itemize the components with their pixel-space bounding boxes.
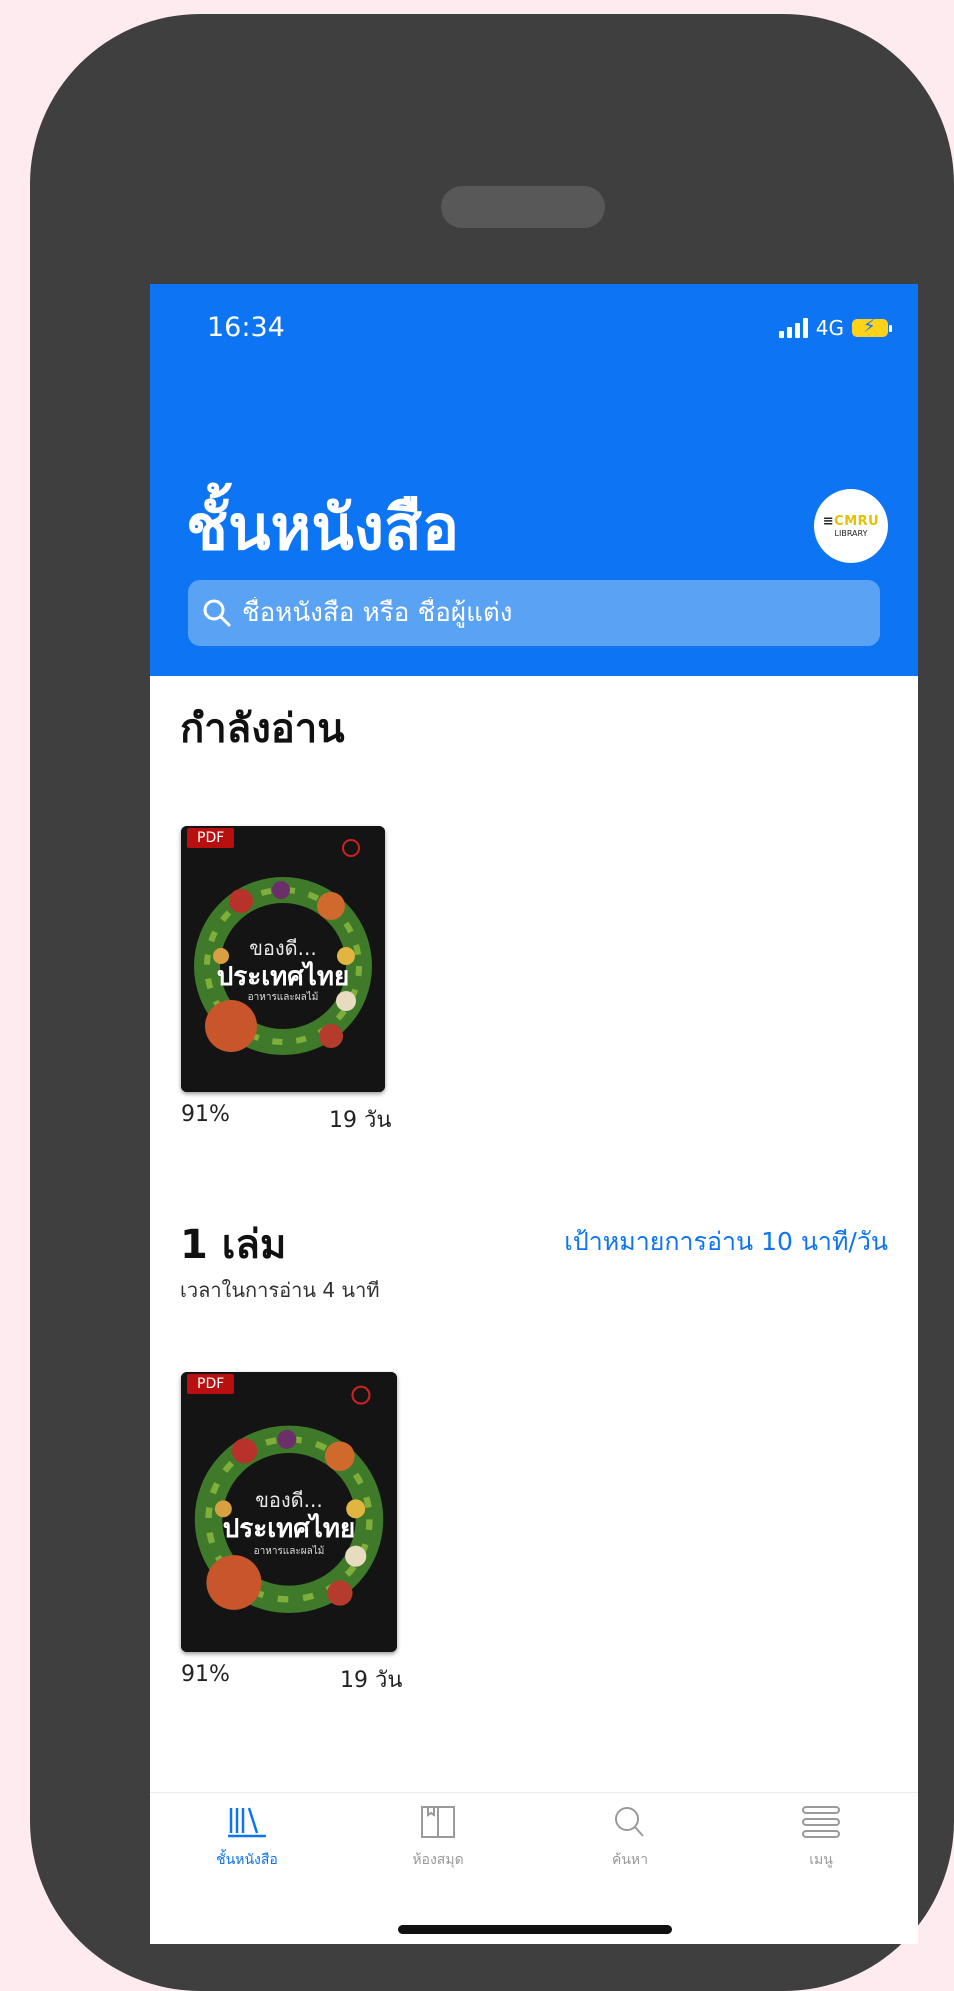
tab-menu[interactable]: เมนู	[746, 1805, 896, 1871]
signal-icon	[778, 318, 808, 338]
search-input[interactable]	[240, 597, 844, 629]
reading-time-text: เวลาในการอ่าน 4 นาที	[180, 1278, 380, 1302]
tab-label-library: ห้องสมุด	[412, 1852, 464, 1868]
goal-book-progress: 91%	[181, 1662, 230, 1687]
library-icon	[421, 1806, 455, 1838]
battery-icon: ⚡	[852, 316, 892, 337]
cover-title: ประเทศไทย	[222, 1514, 356, 1544]
network-type: 4G	[815, 316, 844, 340]
home-indicator[interactable]	[398, 1925, 672, 1934]
cover-subtitle: อาหารและผลไม้	[247, 992, 319, 1003]
cover-subtitle: อาหารและผลไม้	[253, 1546, 325, 1557]
status-indicators: 4G ⚡	[778, 316, 892, 340]
library-logo-avatar[interactable]: ≡CMRU LIBRARY	[814, 489, 888, 563]
page-title: ชั้นหนังสือ	[186, 491, 460, 564]
app-header: 16:34 4G ⚡ ชั้นหนังสือ ≡CMRU LIBRARY	[150, 284, 918, 676]
menu-icon	[802, 1806, 840, 1838]
books-count-title: 1 เล่ม	[180, 1222, 287, 1268]
book-cover-goal[interactable]: PDF ของดี... ประเทศไทย อาหารและผลไม้	[181, 1372, 397, 1652]
bottom-tab-bar: ชั้นหนังสือ ห้องสมุด ค้นหา เมนู	[150, 1792, 918, 1944]
reading-days: 19 วัน	[329, 1108, 392, 1133]
phone-speaker	[441, 186, 605, 228]
app-screen: 16:34 4G ⚡ ชั้นหนังสือ ≡CMRU LIBRARY ชื่…	[150, 284, 918, 1944]
tab-library[interactable]: ห้องสมุด	[363, 1805, 513, 1871]
search-bar[interactable]	[188, 580, 880, 646]
book-cover-reading[interactable]: PDF ของดี... ประเทศไทย อาหารและผลไม้	[181, 826, 385, 1092]
status-time: 16:34	[207, 312, 285, 343]
reading-progress: 91%	[181, 1102, 230, 1127]
logo-subtext: LIBRARY	[834, 529, 868, 538]
pdf-badge: PDF	[187, 828, 235, 848]
phone-frame: 16:34 4G ⚡ ชั้นหนังสือ ≡CMRU LIBRARY ชื่…	[30, 14, 954, 1991]
reading-section-title: กำลังอ่าน	[180, 706, 345, 752]
search-icon	[615, 1807, 644, 1837]
tab-label-search: ค้นหา	[611, 1852, 649, 1868]
bookshelf-icon	[228, 1807, 266, 1838]
pdf-badge: PDF	[187, 1374, 235, 1394]
goal-book-days: 19 วัน	[340, 1668, 403, 1693]
search-icon	[203, 599, 231, 627]
tab-label-bookshelf: ชั้นหนังสือ	[216, 1852, 278, 1868]
tab-bookshelf[interactable]: ชั้นหนังสือ	[172, 1805, 322, 1871]
logo-text: ≡CMRU	[822, 514, 880, 529]
tab-label-menu: เมนู	[809, 1852, 833, 1868]
reading-goal-link[interactable]: เป้าหมายการอ่าน 10 นาที/วัน	[564, 1222, 888, 1262]
tab-search[interactable]: ค้นหา	[555, 1805, 705, 1871]
